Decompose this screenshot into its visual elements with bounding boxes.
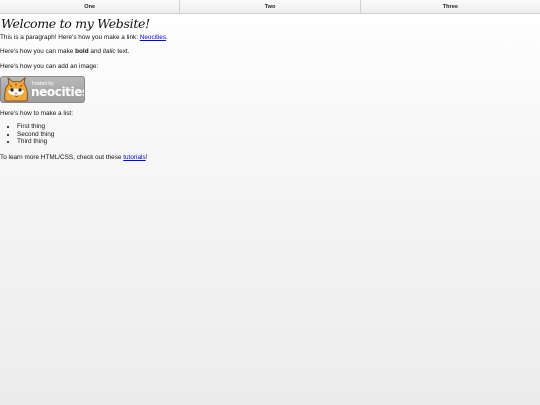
formatting-paragraph: Here's how you can make bold and italic … bbox=[0, 48, 129, 56]
tutorials-link[interactable]: tutorials bbox=[123, 154, 145, 161]
image-paragraph: Here's how you can add an image: bbox=[0, 63, 99, 70]
page-title: Welcome to my Website! bbox=[1, 16, 150, 31]
badge-brand-text: neocities bbox=[31, 85, 85, 99]
neocities-link[interactable]: Neocities bbox=[140, 34, 166, 41]
intro-period: . bbox=[166, 34, 168, 41]
top-nav: One Two Three bbox=[0, 0, 540, 14]
list-item: First thing bbox=[17, 123, 54, 131]
list-paragraph: Here's how to make a list: bbox=[0, 110, 73, 117]
bold-text: bold bbox=[75, 48, 89, 55]
list-item: Third thing bbox=[17, 138, 54, 146]
example-list: First thing Second thing Third thing bbox=[0, 123, 54, 146]
neocities-cat-icon bbox=[4, 77, 28, 102]
tutorials-text: To learn more HTML/CSS, check out these bbox=[0, 154, 124, 161]
list-item: Second thing bbox=[17, 131, 54, 139]
formatting-text-before: Here's how you can make bbox=[0, 48, 76, 55]
formatting-text-middle: and bbox=[88, 48, 103, 55]
nav-item-two[interactable]: Two bbox=[180, 0, 361, 13]
tutorials-exclamation: ! bbox=[145, 154, 148, 161]
main-content: Welcome to my Website! This is a paragra… bbox=[0, 14, 520, 161]
italic-text: italic bbox=[102, 48, 116, 55]
formatting-text-after: text. bbox=[115, 48, 130, 55]
nav-item-three[interactable]: Three bbox=[361, 0, 540, 13]
nav-item-one[interactable]: One bbox=[0, 0, 181, 13]
intro-text: This is a paragraph! Here's how you make… bbox=[0, 34, 140, 41]
hosted-by-neocities-badge[interactable]: hosted by neocities bbox=[0, 76, 85, 103]
tutorials-paragraph: To learn more HTML/CSS, check out these … bbox=[0, 154, 147, 162]
intro-paragraph: This is a paragraph! Here's how you make… bbox=[0, 34, 168, 42]
